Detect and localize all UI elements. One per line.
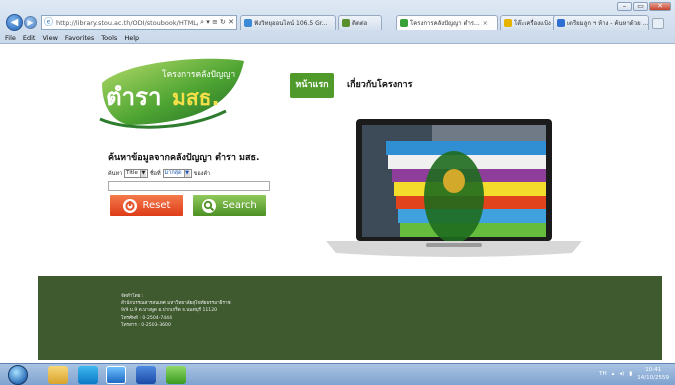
menu-bar: File Edit View Favorites Tools Help bbox=[0, 33, 139, 44]
search-title: ค้นหาข้อมูลจากคลังปัญญา ตำรา มสธ. bbox=[108, 153, 260, 163]
search-field-label: ค้นหา bbox=[108, 170, 123, 177]
taskbar: TH ▴ ◂) ▮ 10:41 14/10/2559 bbox=[0, 363, 675, 385]
footer-line: สำนักบรรณสารสนเทศ มหาวิทยาลัยสุโขทัยธรรม… bbox=[121, 301, 231, 307]
site-logo[interactable]: โครงการคลังปัญญา ตำรา มสธ. bbox=[96, 53, 246, 135]
internet-explorer-icon[interactable] bbox=[106, 366, 126, 384]
menu-file[interactable]: File bbox=[5, 33, 16, 44]
tab-search[interactable]: เตรียมลูก ฯ ห้าง - ค้นหาด้วย ... bbox=[553, 15, 649, 30]
logo-main-text: ตำรา bbox=[106, 83, 161, 111]
address-url: http://library.stou.ac.th/ODI/stoubook/H… bbox=[56, 18, 199, 27]
start-button[interactable] bbox=[8, 365, 28, 385]
nav-home-button[interactable]: หน้าแรก bbox=[290, 73, 334, 98]
search-field-value: Title bbox=[126, 170, 138, 176]
menu-favorites[interactable]: Favorites bbox=[65, 33, 94, 44]
tab-contact[interactable]: ติดต่อ bbox=[338, 15, 382, 30]
search-type-select[interactable]: มากสุด ▼ bbox=[162, 169, 192, 178]
search-label: Search bbox=[222, 200, 257, 211]
logo-brand-text: มสธ. bbox=[172, 86, 219, 110]
footer-line: โทรศัพท์ : 0-2504-7444 bbox=[121, 315, 173, 321]
search-type-value: มากสุด bbox=[164, 170, 182, 176]
close-window-button[interactable]: ✕ bbox=[649, 2, 671, 11]
footer-line: โทรสาร : 0-2503-3600 bbox=[121, 322, 171, 328]
reset-label: Reset bbox=[142, 200, 171, 211]
footer-line: จัดทำโดย : bbox=[121, 294, 144, 299]
system-tray: TH ▴ ◂) ▮ 10:41 14/10/2559 bbox=[599, 366, 669, 382]
chevron-down-icon: ▼ bbox=[139, 170, 146, 177]
search-has-label: ของคำ bbox=[193, 170, 211, 177]
tab-label: เตรียมลูก ฯ ห้าง - ค้นหาด้วย ... bbox=[567, 20, 649, 27]
clock[interactable]: 10:41 14/10/2559 bbox=[637, 366, 669, 382]
menu-tools[interactable]: Tools bbox=[101, 33, 117, 44]
tab-radio[interactable]: ฟังวิทยุออนไลน์ 106.5 Gr... bbox=[240, 15, 336, 30]
tab-favicon-icon bbox=[342, 19, 350, 27]
tab-current[interactable]: โครงการคลังปัญญา ตำร... × bbox=[396, 15, 498, 30]
footer-contact: จัดทำโดย : สำนักบรรณสารสนเทศ มหาวิทยาลัย… bbox=[121, 293, 231, 329]
nav-about-link[interactable]: เกี่ยวกับโครงการ bbox=[347, 73, 412, 98]
laptop-books-illustration bbox=[326, 119, 582, 257]
tab-favicon-icon bbox=[400, 19, 408, 27]
tab-favicon-icon bbox=[504, 19, 512, 27]
tab-label: ติดต่อ bbox=[352, 20, 368, 27]
line-icon[interactable] bbox=[166, 366, 186, 384]
file-explorer-icon[interactable] bbox=[48, 366, 68, 384]
word-icon[interactable] bbox=[136, 366, 156, 384]
search-type-label: ชื่อที่ bbox=[149, 170, 161, 177]
reset-button[interactable]: Reset bbox=[110, 195, 183, 216]
forward-button[interactable]: ▶ bbox=[24, 16, 37, 29]
search-button[interactable]: Search bbox=[193, 195, 266, 216]
tab-label: โครงการคลังปัญญา ตำร... bbox=[410, 20, 480, 27]
navigation-row: ◀ ▶ ⓔ http://library.stou.ac.th/ODI/stou… bbox=[4, 13, 671, 33]
chevron-down-icon: ▼ bbox=[183, 170, 190, 177]
clock-date: 14/10/2559 bbox=[637, 375, 669, 381]
menu-help[interactable]: Help bbox=[124, 33, 139, 44]
footer-line: 9/9 ม.9 ต.บางพูด อ.ปากเกร็ด จ.นนทบุรี 11… bbox=[121, 308, 218, 314]
window-controls: – ▭ ✕ bbox=[617, 2, 671, 11]
tab-close-icon[interactable]: × bbox=[483, 20, 488, 27]
menu-edit[interactable]: Edit bbox=[23, 33, 36, 44]
maximize-button[interactable]: ▭ bbox=[633, 2, 648, 11]
ie-icon: ⓔ bbox=[44, 17, 54, 28]
menu-view[interactable]: View bbox=[42, 33, 57, 44]
language-indicator[interactable]: TH bbox=[599, 371, 607, 377]
tab-favicon-icon bbox=[244, 19, 252, 27]
web-page: โครงการคลังปัญญา ตำรา มสธ. หน้าแรก เกี่ย… bbox=[0, 45, 675, 363]
tab-label: ฟังวิทยุออนไลน์ 106.5 Gr... bbox=[254, 20, 328, 27]
network-icon[interactable]: ▮ bbox=[629, 371, 632, 377]
reset-icon bbox=[122, 198, 137, 213]
address-bar[interactable]: ⓔ http://library.stou.ac.th/ODI/stoubook… bbox=[41, 15, 237, 30]
logo-top-text: โครงการคลังปัญญา bbox=[162, 69, 235, 80]
back-button[interactable]: ◀ bbox=[6, 14, 23, 31]
search-field-select[interactable]: Title ▼ bbox=[124, 169, 148, 178]
volume-icon[interactable]: ◂) bbox=[619, 371, 624, 377]
magnifier-icon bbox=[202, 198, 217, 213]
skype-icon[interactable] bbox=[78, 366, 98, 384]
tray-arrow-icon[interactable]: ▴ bbox=[612, 371, 615, 377]
search-options: ค้นหา Title ▼ ชื่อที่ มากสุด ▼ ของคำ bbox=[108, 169, 210, 178]
address-tools[interactable]: ⌕ ▾ ≡ ↻ ✕ bbox=[198, 18, 236, 27]
site-footer: จัดทำโดย : สำนักบรรณสารสนเทศ มหาวิทยาลัย… bbox=[38, 276, 662, 360]
minimize-button[interactable]: – bbox=[617, 2, 632, 11]
home-icon[interactable] bbox=[652, 18, 664, 29]
browser-chrome: – ▭ ✕ ◀ ▶ ⓔ http://library.stou.ac.th/OD… bbox=[0, 0, 675, 44]
clock-time: 10:41 bbox=[645, 367, 662, 373]
search-input[interactable] bbox=[108, 181, 270, 191]
tab-favicon-icon bbox=[557, 19, 565, 27]
